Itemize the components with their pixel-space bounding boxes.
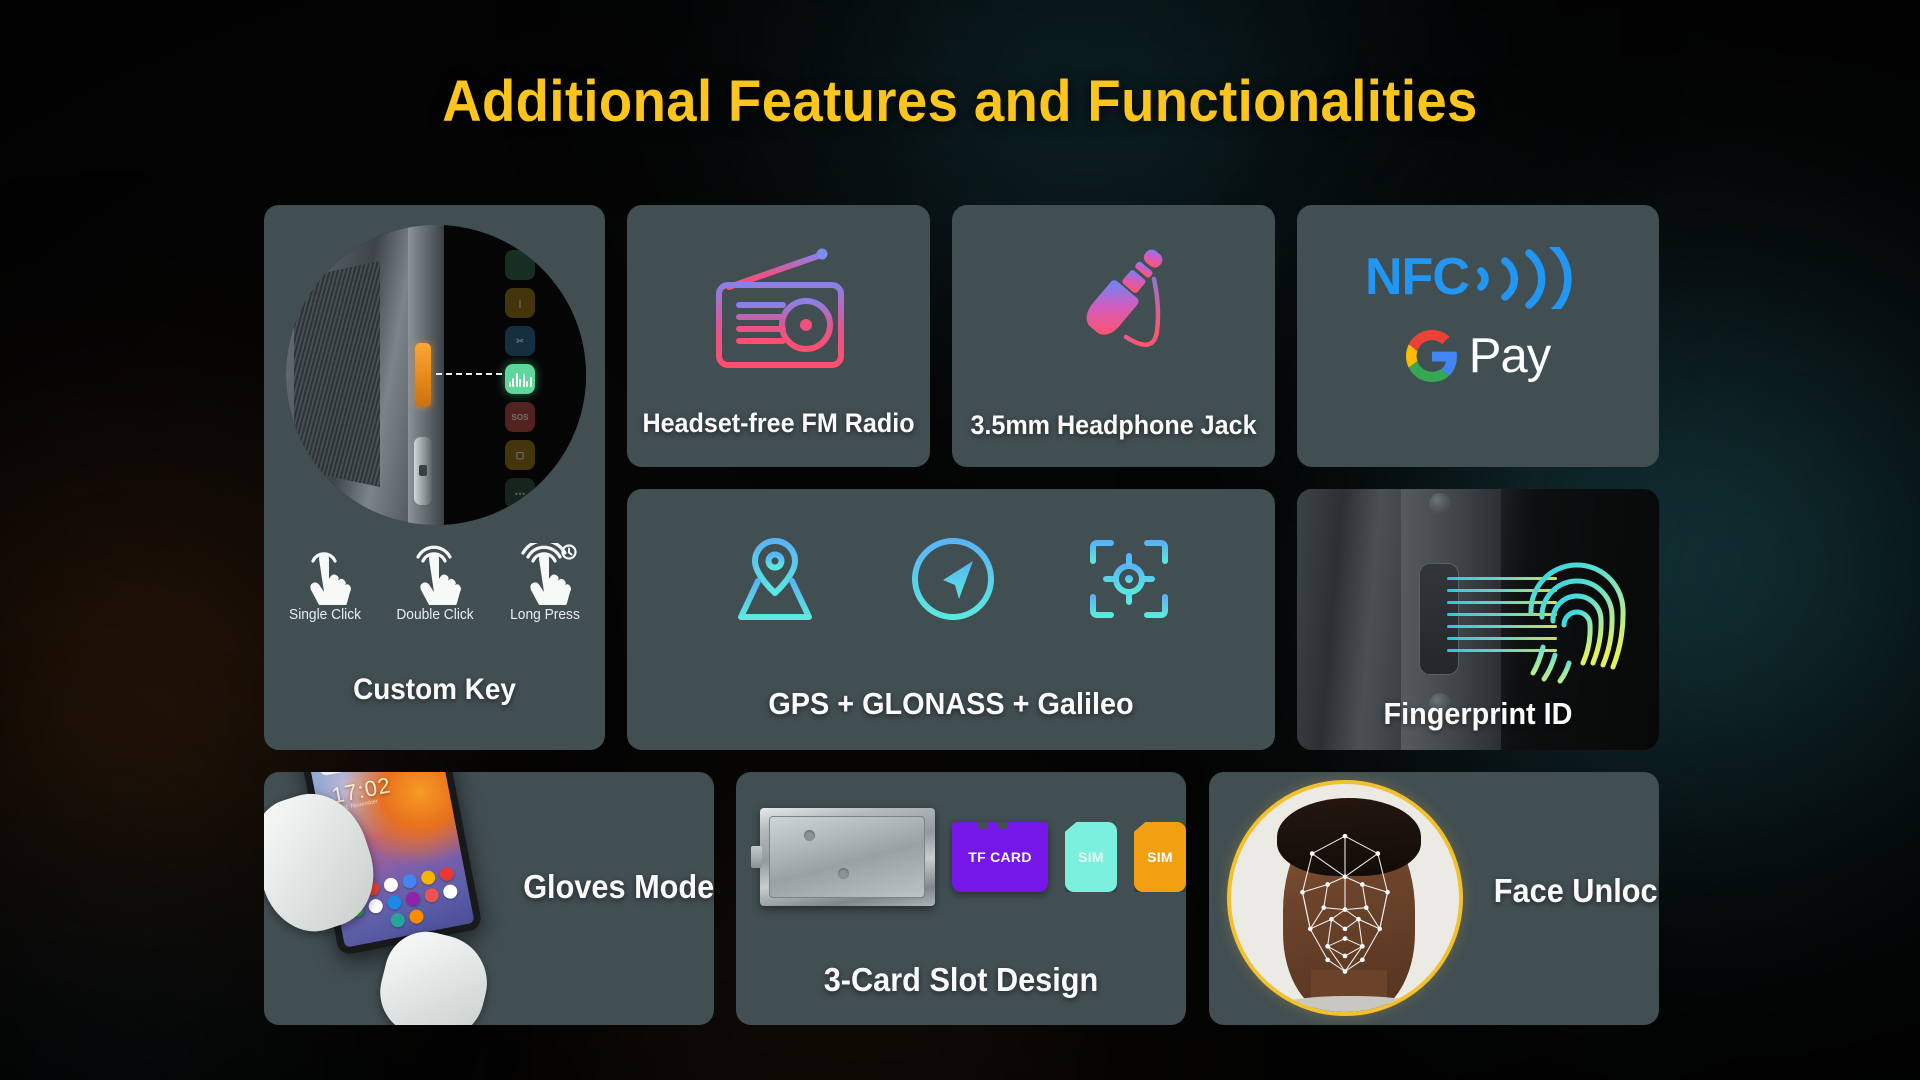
card-gps[interactable]: GPS + GLONASS + Galileo: [627, 489, 1275, 750]
gloves-tablet-photo: 17:02 Wed, November: [264, 772, 516, 1025]
shortcut-app-flashlight: |: [505, 288, 535, 318]
card-gloves-mode-label: Gloves Mode: [523, 868, 714, 905]
card-gps-label: GPS + GLONASS + Galileo: [768, 686, 1134, 721]
hand-tap-single-icon: [283, 543, 367, 609]
tray-dot-1: [804, 830, 815, 841]
svg-text:NFC: NFC: [1365, 248, 1469, 306]
card-fm-radio-label: Headset-free FM Radio: [642, 408, 915, 438]
tf-card-chip: TF CARD: [952, 822, 1048, 892]
face-portrait-circle: [1227, 780, 1463, 1016]
navigation-arrow-icon: [907, 533, 999, 630]
card-gloves-mode[interactable]: 17:02 Wed, November Gloves Mode: [264, 772, 714, 1025]
gesture-single-click-label: Single Click: [288, 607, 361, 623]
shortcut-app-notes: ▢: [505, 440, 535, 470]
callout-dashed-line: [436, 373, 502, 375]
gps-icon-row: [627, 533, 1275, 630]
hand-tap-long-press-icon: [503, 539, 587, 609]
google-pay-logo: Pay: [1405, 328, 1551, 384]
shortcut-app-sos: SOS: [505, 402, 535, 432]
tf-card-label: TF CARD: [968, 849, 1032, 865]
sim-card-2-label: SIM: [1147, 849, 1173, 865]
gesture-row: Single Click Double Click Long Press: [264, 539, 605, 623]
card-slot-design[interactable]: TF CARD SIM SIM 3-Card Slot Design: [736, 772, 1186, 1025]
sim-card-chip-1: SIM: [1065, 822, 1117, 892]
gesture-long-press[interactable]: Long Press: [503, 539, 587, 623]
card-headphone-jack-label: 3.5mm Headphone Jack: [970, 410, 1257, 440]
map-pin-icon: [727, 533, 823, 630]
waveform-icon: [508, 372, 532, 387]
sim-card-chip-2: SIM: [1134, 822, 1186, 892]
card-headphone-jack[interactable]: 3.5mm Headphone Jack: [952, 205, 1275, 467]
feature-card-grid: | ✂ SOS ▢ ⋯ Single Click Double Click Lo…: [264, 205, 1659, 1025]
radio-icon: [627, 239, 930, 379]
gesture-double-click-label: Double Click: [395, 607, 474, 623]
shortcut-app-green: [505, 250, 535, 280]
gesture-single-click[interactable]: Single Click: [283, 543, 367, 623]
shortcut-app-sound-recorder: [505, 364, 535, 394]
focus-target-icon: [1083, 533, 1175, 630]
nfc-icon: NFC: [1365, 242, 1591, 316]
custom-key-device-photo: | ✂ SOS ▢ ⋯: [286, 225, 586, 525]
metal-sim-tray: [751, 808, 935, 906]
card-fingerprint-label: Fingerprint ID: [1383, 696, 1573, 731]
page-title: Additional Features and Functionalities: [442, 69, 1478, 134]
gesture-long-press-label: Long Press: [509, 607, 580, 623]
card-custom-key-label: Custom Key: [353, 673, 516, 706]
usb-port: [414, 437, 432, 505]
sim-tray-row: TF CARD SIM SIM: [751, 808, 1186, 906]
shortcut-app-list: | ✂ SOS ▢ ⋯: [500, 250, 540, 508]
device-speaker-grill: [294, 261, 380, 487]
orange-custom-key: [415, 343, 431, 407]
nfc-pay-stack: NFC Pay: [1297, 242, 1659, 384]
card-slot-design-label: 3-Card Slot Design: [823, 961, 1099, 998]
card-custom-key[interactable]: | ✂ SOS ▢ ⋯ Single Click Double Click Lo…: [264, 205, 605, 750]
fingerprint-icon: [1519, 551, 1639, 692]
google-g-icon: [1405, 330, 1457, 382]
card-nfc-google-pay[interactable]: NFC Pay: [1297, 205, 1659, 467]
headphone-jack-icon: [952, 231, 1275, 381]
tray-pull-tab: [751, 846, 762, 868]
shortcut-app-more: ⋯: [505, 478, 535, 508]
card-face-unlock-label: Face Unlock: [1493, 872, 1659, 909]
sim-card-1-label: SIM: [1078, 849, 1104, 865]
card-fm-radio[interactable]: Headset-free FM Radio: [627, 205, 930, 467]
device-screw-top: [1429, 493, 1451, 515]
hand-tap-double-icon: [393, 543, 477, 609]
card-face-unlock[interactable]: Face Unlock: [1209, 772, 1659, 1025]
google-pay-label: Pay: [1468, 329, 1551, 383]
gesture-double-click[interactable]: Double Click: [393, 543, 477, 623]
card-fingerprint-id[interactable]: Fingerprint ID: [1297, 489, 1659, 750]
face-mesh-overlay: [1300, 833, 1390, 974]
tray-dot-2: [838, 868, 849, 879]
shortcut-app-screenshot: ✂: [505, 326, 535, 356]
